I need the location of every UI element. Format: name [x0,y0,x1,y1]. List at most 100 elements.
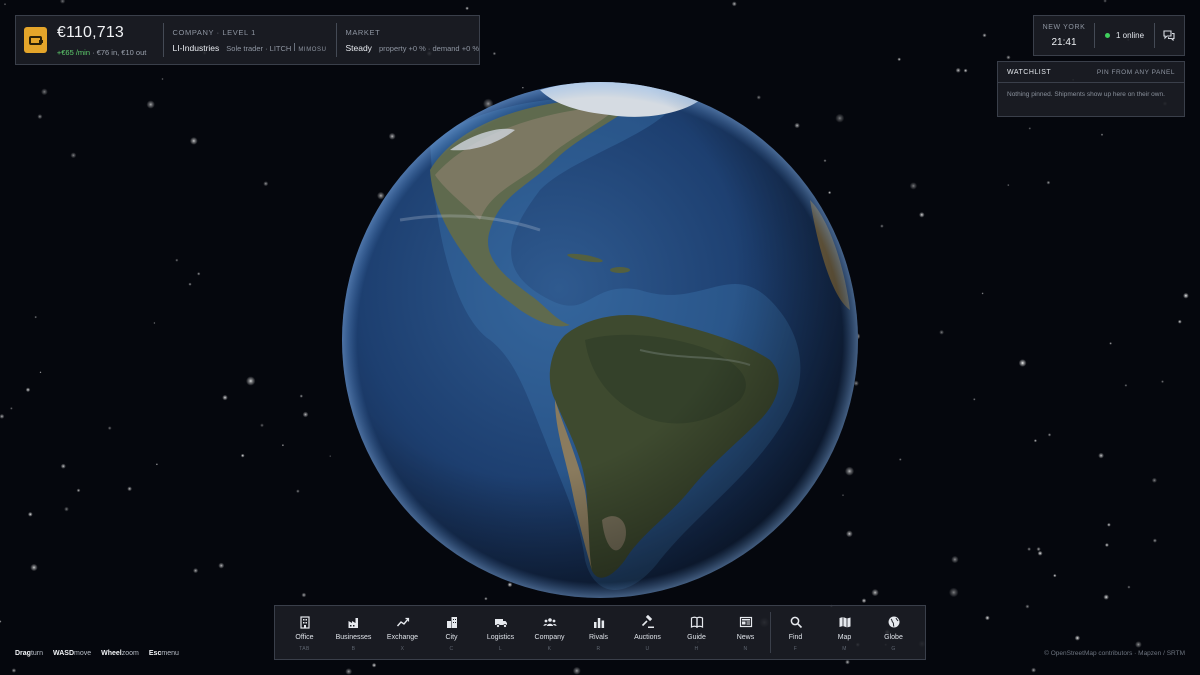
toolbar-shortcut: U [645,646,650,652]
toolbar-label: Logistics [486,634,515,641]
star [1046,180,1051,185]
hint-menu: Escmenu [149,650,179,657]
star [107,426,112,430]
star [1183,292,1189,299]
star [909,182,918,190]
toolbar-button-logistics[interactable]: Logistics L [476,606,525,659]
toolbar-button-auctions[interactable]: Auctions U [623,606,672,659]
hint-action: menu [161,650,179,657]
star [153,322,156,324]
city-name: NEW YORK [1042,23,1086,31]
star [963,68,968,73]
toolbar-button-city[interactable]: City C [427,606,476,659]
star [1151,477,1157,483]
company-name: LI-Industries [172,42,220,53]
star [1103,594,1109,600]
star [146,100,155,109]
star [919,212,925,218]
star [299,394,303,398]
map-credits: © OpenStreetMap contributors · Mapzen / … [1044,650,1185,657]
map-icon [839,617,850,628]
online-count: 1 online [1116,31,1145,40]
star [985,615,990,621]
earth-globe[interactable] [340,80,860,600]
hint-turn: Dragturn [15,650,43,657]
star [1152,538,1157,543]
company-tag: MIMOSU [298,46,327,53]
star [371,662,377,668]
toolbar-button-guide[interactable]: Guide H [672,606,721,659]
star [329,455,332,458]
star [59,0,66,4]
watchlist-panel: WATCHLIST PIN FROM ANY PANEL Nothing pin… [997,61,1185,117]
star [175,258,179,262]
star [1074,635,1081,641]
toolbar-shortcut: H [694,646,699,652]
book-icon [690,616,703,629]
star [955,67,961,73]
watchlist-pin-hint[interactable]: PIN FROM ANY PANEL [1097,69,1175,76]
star [1033,439,1037,443]
toolbar-button-find[interactable]: Find F [771,606,820,659]
toolbar-button-office[interactable]: Office TAB [280,606,329,659]
star [572,666,581,675]
toolbar-shortcut: X [400,646,405,652]
star [1031,667,1037,673]
market-block[interactable]: MARKET Steady property +0 % · demand +0 … [345,28,479,53]
trend-line-icon [396,617,409,627]
divider [162,23,164,57]
star [1127,585,1131,589]
star [1107,522,1111,527]
wallet-icon[interactable] [24,27,47,53]
toolbar-button-exchange[interactable]: Exchange X [378,606,427,659]
market-label: MARKET [345,27,381,37]
toolbar-button-globe[interactable]: Globe G [869,606,918,659]
toolbar-shortcut: C [449,646,454,652]
star [1027,547,1031,551]
newspaper-icon [739,616,752,628]
toolbar-shortcut: B [351,646,356,652]
star [0,413,5,419]
hint-action: turn [30,650,44,657]
toolbar-label: Businesses [335,634,372,641]
star [1100,133,1104,136]
star [240,453,245,458]
truck-icon [494,619,507,628]
city-time: 21:41 [1051,36,1077,48]
star [1007,183,1010,187]
star [10,407,13,410]
toolbar-button-map[interactable]: Map M [820,606,869,659]
star [39,371,42,374]
star [1047,433,1052,437]
toolbar-shortcut: M [842,646,847,652]
star [897,57,901,62]
toolbar-shortcut: F [793,646,798,652]
star [1018,359,1027,367]
hint-action: zoom [121,650,139,657]
star [37,114,43,120]
star [1053,573,1057,578]
company-block[interactable]: COMPANY · LEVEL 1 LI-Industries Sole tra… [173,28,327,53]
star [345,668,353,675]
balance-amount: €110,713 [56,23,125,41]
star [939,329,944,335]
star [302,411,309,418]
hint-action: move [74,650,92,657]
toolbar-button-news[interactable]: News N [721,606,770,659]
star [193,568,199,574]
star [281,444,285,447]
divider [294,42,296,51]
hint-key: WASD [53,650,75,657]
toolbar-label: Auctions [634,634,661,641]
chat-button[interactable] [1155,15,1183,56]
hint-move: WASDmove [53,650,91,657]
toolbar-button-businesses[interactable]: Businesses B [329,606,378,659]
toolbar-button-company[interactable]: Company K [525,606,574,659]
income-per-minute: +€65 /min [56,47,91,57]
star [3,2,7,6]
star [161,77,164,81]
toolbar-shortcut: N [743,646,748,652]
online-status[interactable]: 1 online [1095,31,1154,40]
chat-icon [1163,30,1175,41]
toolbar-button-rivals[interactable]: Rivals R [574,606,623,659]
